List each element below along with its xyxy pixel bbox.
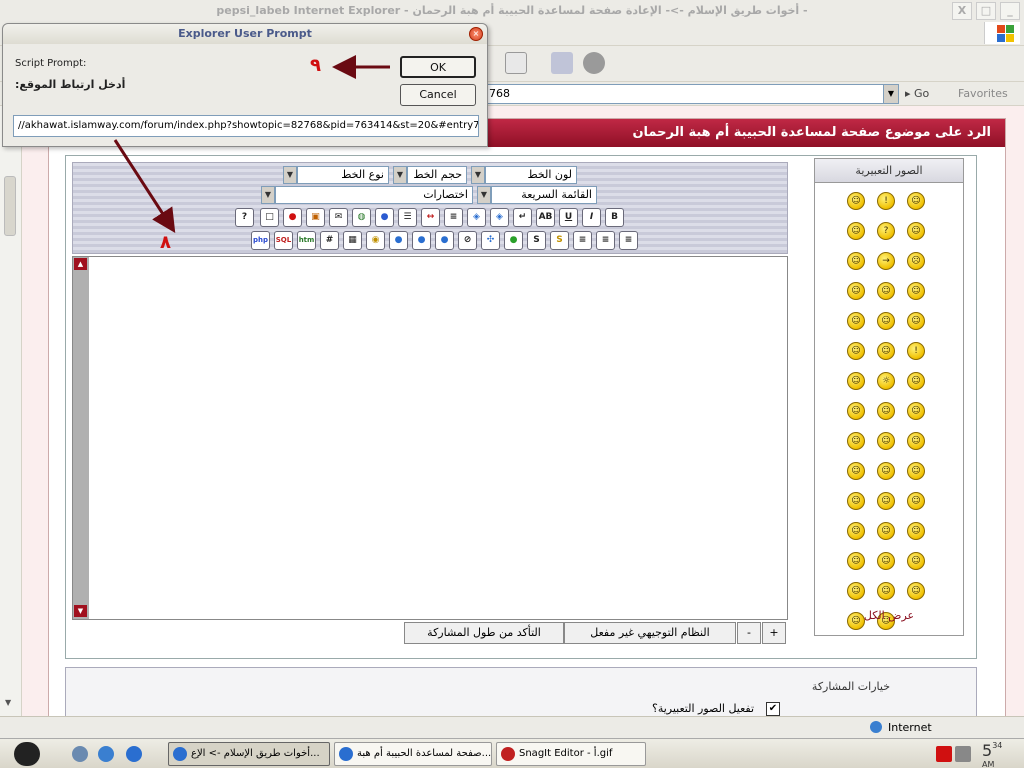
annotation-number-9: ٩ xyxy=(310,55,321,76)
annotation-number-8: ٨ xyxy=(160,232,171,253)
annotation-arrows xyxy=(113,55,390,234)
arrow-to-toolbar xyxy=(113,139,176,234)
